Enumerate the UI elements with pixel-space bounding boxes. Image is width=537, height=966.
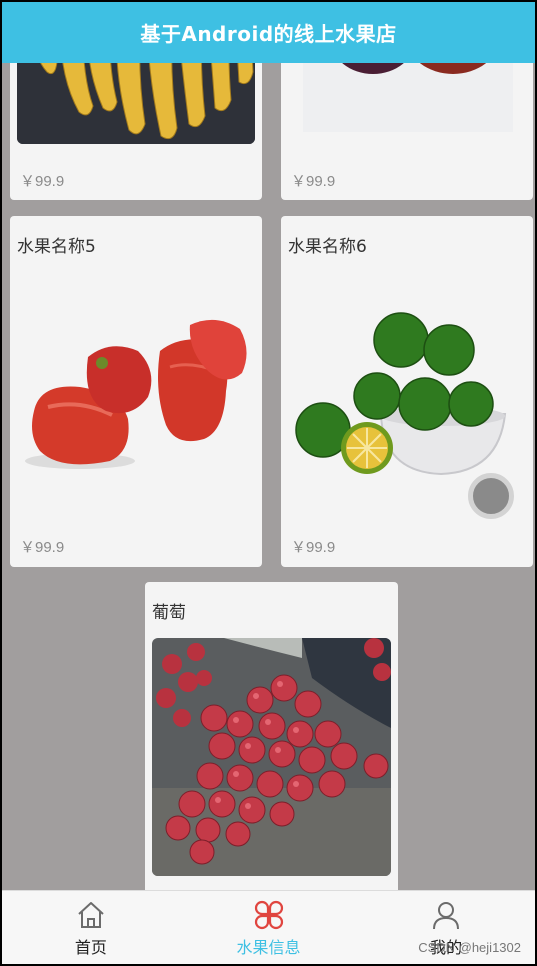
product-price: ￥99.9	[291, 173, 336, 190]
product-price: ￥99.9	[291, 539, 336, 556]
user-icon	[433, 902, 460, 930]
csdn-watermark: CSDN @heji1302	[418, 940, 521, 955]
tab-home-label: 首页	[74, 938, 107, 957]
product-name: 葡萄	[152, 603, 186, 623]
home-icon	[78, 902, 104, 928]
app-header: 基于Android的线上水果店	[2, 2, 535, 63]
product-name: 水果名称6	[288, 237, 367, 257]
product-name: 水果名称5	[17, 237, 96, 257]
product-price: ￥99.9	[20, 539, 65, 556]
product-image-grapes	[152, 638, 391, 876]
product-image-limes	[295, 304, 509, 490]
app-screen: 基于Android的线上水果店 ￥99.9 ￥99.9 水果名称5 ￥99.9 …	[2, 2, 535, 964]
clover-icon	[254, 900, 283, 930]
floating-action-button[interactable]	[468, 473, 514, 519]
product-card[interactable]: 葡萄	[145, 582, 398, 902]
product-image-wax-apples	[20, 311, 252, 481]
tab-home[interactable]: 首页	[2, 891, 180, 964]
tab-fruit-info-label: 水果信息	[236, 938, 301, 957]
app-title: 基于Android的线上水果店	[140, 22, 397, 46]
product-price: ￥99.9	[20, 173, 65, 190]
tab-fruit-info[interactable]: 水果信息	[180, 891, 358, 964]
product-card[interactable]: 水果名称5 ￥99.9	[10, 216, 262, 567]
